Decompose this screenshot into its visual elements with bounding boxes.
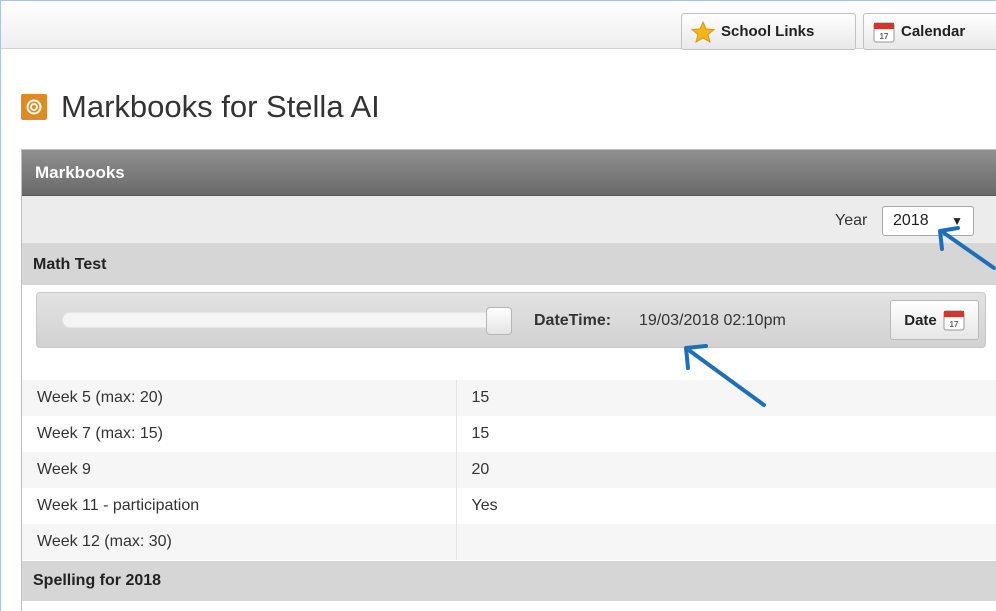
table-row: Week 7 (max: 15) 15 <box>22 416 996 452</box>
calendar-label: Calendar <box>901 23 966 40</box>
date-button[interactable]: Date 17 <box>890 300 979 340</box>
table-row: Week 9 20 <box>22 452 996 488</box>
calendar-button[interactable]: 17 Calendar <box>863 13 996 50</box>
chevron-down-icon: ▼ <box>951 214 963 228</box>
school-links-button[interactable]: School Links <box>681 13 856 50</box>
grade-item-name: Week 12 (max: 30) <box>22 524 457 560</box>
panel-heading: Markbooks <box>22 150 996 196</box>
grades-table: Week 5 (max: 20) 15 Week 7 (max: 15) 15 … <box>22 380 996 560</box>
grade-item-value <box>456 524 996 560</box>
section-heading-spelling: Spelling for 2018 <box>22 561 996 601</box>
datetime-slider-handle[interactable] <box>486 307 512 335</box>
table-row: Week 12 (max: 30) <box>22 524 996 560</box>
calendar-icon: 17 <box>873 21 895 43</box>
grade-item-name: Week 5 (max: 20) <box>22 380 457 416</box>
grade-item-name: Week 9 <box>22 452 457 488</box>
date-button-label: Date <box>904 311 937 329</box>
star-icon <box>691 20 715 43</box>
markbooks-panel: Markbooks Year 2018 ▼ Math Test DateTime… <box>21 149 996 611</box>
top-toolbar: School Links 17 Calendar <box>1 1 996 50</box>
datetime-slider-box: DateTime: 19/03/2018 02:10pm Date 17 <box>36 292 986 348</box>
year-filter-row: Year 2018 ▼ <box>22 196 996 244</box>
datetime-value: 19/03/2018 02:10pm <box>639 312 786 329</box>
page-title: Markbooks for Stella AI <box>61 89 380 124</box>
grade-item-name: Week 7 (max: 15) <box>22 416 457 452</box>
datetime-slider-area: DateTime: 19/03/2018 02:10pm Date 17 <box>22 285 996 372</box>
svg-text:17: 17 <box>949 320 958 329</box>
grade-item-name: Week 11 - participation <box>22 488 457 524</box>
school-links-label: School Links <box>721 23 815 40</box>
datetime-label: DateTime: <box>534 312 612 329</box>
section-heading-math-test: Math Test <box>22 244 996 285</box>
markbook-icon <box>21 94 47 120</box>
datetime-slider-track[interactable] <box>62 312 512 328</box>
calendar-icon: 17 <box>943 309 965 331</box>
year-label: Year <box>835 212 868 229</box>
grade-item-value: 15 <box>456 380 996 416</box>
year-select-value: 2018 <box>893 212 929 229</box>
year-select[interactable]: 2018 ▼ <box>882 206 974 236</box>
table-row: Week 5 (max: 20) 15 <box>22 380 996 416</box>
table-row: Week 11 - participation Yes <box>22 488 996 524</box>
grade-item-value: Yes <box>456 488 996 524</box>
svg-text:17: 17 <box>880 32 889 41</box>
page-title-row: Markbooks for Stella AI <box>21 85 380 129</box>
grade-item-value: 20 <box>456 452 996 488</box>
grade-item-value: 15 <box>456 416 996 452</box>
